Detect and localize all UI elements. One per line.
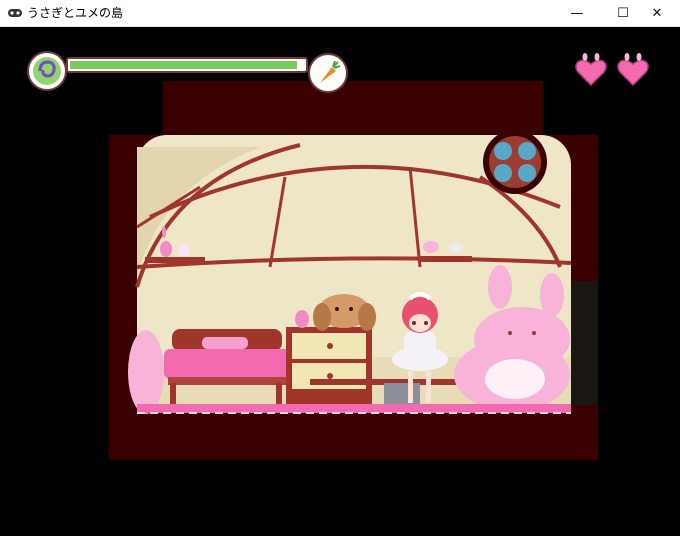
close-icon: ✕ bbox=[651, 5, 663, 21]
close-button[interactable]: ✕ bbox=[634, 0, 680, 26]
carrot-icon bbox=[308, 53, 348, 93]
bunny-heart-icon bbox=[617, 53, 649, 87]
round-window bbox=[483, 130, 547, 194]
stamina-bar-fill bbox=[70, 61, 297, 69]
minimize-icon: — bbox=[570, 5, 584, 21]
room-interior bbox=[128, 130, 598, 414]
bench bbox=[310, 379, 456, 385]
bunny-heart-icon bbox=[575, 53, 607, 87]
left-shelf bbox=[145, 257, 205, 263]
window-titlebar: うさぎとユメの島 — ☐ ✕ bbox=[0, 0, 680, 27]
spiral-orb-icon bbox=[27, 51, 67, 91]
window-title: うさぎとユメの島 bbox=[27, 6, 124, 20]
small-bunny-toy bbox=[295, 310, 309, 328]
left-bunny-plush bbox=[128, 330, 164, 414]
maximize-icon: ☐ bbox=[617, 5, 629, 21]
bedroom-scene bbox=[109, 81, 598, 460]
stamina-bar bbox=[66, 57, 308, 73]
minimize-button[interactable]: — bbox=[554, 0, 600, 26]
nightstand bbox=[286, 327, 372, 405]
floor bbox=[137, 404, 571, 413]
right-shelf bbox=[420, 256, 472, 262]
gamepad-icon bbox=[8, 9, 22, 17]
doorway bbox=[571, 281, 598, 405]
game-viewport[interactable] bbox=[0, 27, 680, 536]
